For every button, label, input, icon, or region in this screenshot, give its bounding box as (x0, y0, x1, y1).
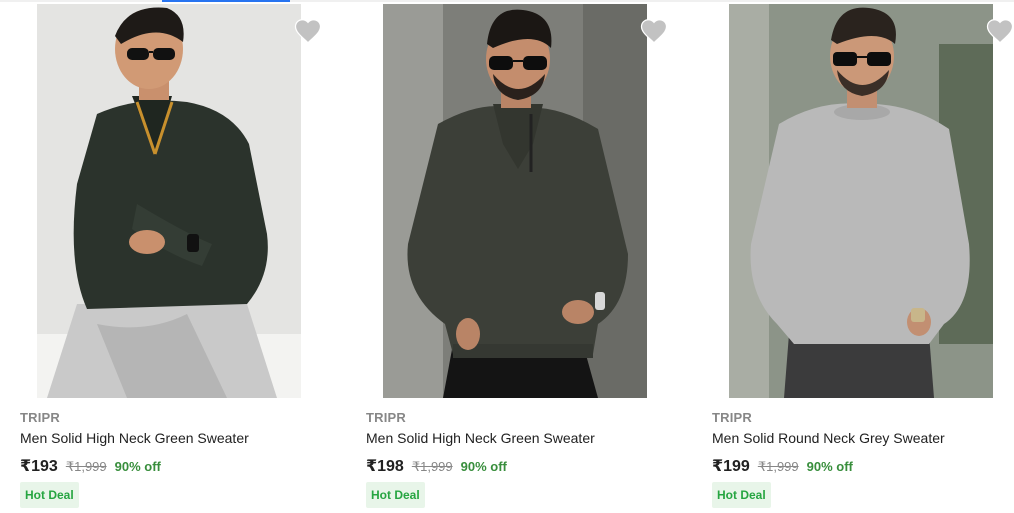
product-image[interactable] (729, 4, 993, 398)
original-price: ₹1,999 (411, 459, 453, 474)
product-image[interactable] (37, 4, 301, 398)
wishlist-button[interactable] (985, 16, 1014, 46)
heart-icon (640, 19, 668, 44)
product-brand: TRIPR (366, 410, 406, 425)
discount-percent: 90% off (460, 459, 507, 474)
price-row: ₹199 ₹1,999 90% off (712, 456, 853, 476)
heart-icon (986, 19, 1014, 44)
selling-price: ₹199 (712, 458, 750, 475)
discount-percent: 90% off (806, 459, 853, 474)
price-row: ₹193 ₹1,999 90% off (20, 456, 161, 476)
price-row: ₹198 ₹1,999 90% off (366, 456, 507, 476)
product-card[interactable]: TRIPR Men Solid High Neck Green Sweater … (20, 0, 350, 513)
product-title[interactable]: Men Solid Round Neck Grey Sweater (712, 430, 945, 446)
selling-price: ₹193 (20, 458, 58, 475)
product-title[interactable]: Men Solid High Neck Green Sweater (20, 430, 249, 446)
hot-deal-badge: Hot Deal (366, 482, 425, 508)
original-price: ₹1,999 (65, 459, 107, 474)
selling-price: ₹198 (366, 458, 404, 475)
heart-icon (294, 19, 322, 44)
discount-percent: 90% off (114, 459, 161, 474)
original-price: ₹1,999 (757, 459, 799, 474)
product-brand: TRIPR (20, 410, 60, 425)
product-image[interactable] (383, 4, 647, 398)
wishlist-button[interactable] (639, 16, 669, 46)
hot-deal-badge: Hot Deal (20, 482, 79, 508)
product-card[interactable]: TRIPR Men Solid High Neck Green Sweater … (366, 0, 696, 513)
product-brand: TRIPR (712, 410, 752, 425)
product-title[interactable]: Men Solid High Neck Green Sweater (366, 430, 595, 446)
wishlist-button[interactable] (293, 16, 323, 46)
product-grid: TRIPR Men Solid High Neck Green Sweater … (0, 0, 1014, 513)
hot-deal-badge: Hot Deal (712, 482, 771, 508)
product-card[interactable]: TRIPR Men Solid Round Neck Grey Sweater … (712, 0, 1014, 513)
